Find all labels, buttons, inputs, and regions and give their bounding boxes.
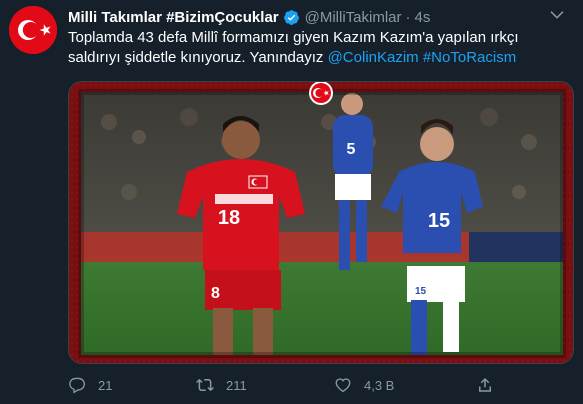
retweet-count: 211 [226, 377, 247, 393]
back-player-number: 5 [347, 141, 356, 158]
heart-icon [334, 376, 352, 394]
turkey-flag-emblem-icon [309, 82, 333, 105]
separator-dot: · [405, 8, 411, 26]
hashtag-link[interactable]: #NoToRacism [423, 49, 516, 66]
retweet-button[interactable]: 211 [196, 376, 247, 394]
like-count: 4,3 B [364, 377, 395, 393]
verified-badge-icon [283, 9, 300, 26]
tweet-actions: 21 211 4,3 B [68, 374, 518, 396]
display-name[interactable]: Milli Takımlar #BizimÇocuklar [68, 9, 279, 26]
reply-icon [68, 376, 86, 394]
reply-count: 21 [98, 377, 113, 393]
more-icon[interactable] [545, 5, 569, 25]
right-player-number: 15 [428, 210, 450, 232]
timestamp[interactable]: 4s [415, 9, 431, 26]
share-icon [476, 376, 494, 394]
turkey-flag-avatar-icon [9, 6, 57, 54]
football-photo: 5 15 15 18 8 [78, 89, 566, 358]
avatar[interactable] [9, 6, 57, 54]
right-player-shorts-number: 15 [415, 286, 427, 297]
mention-link[interactable]: @ColinKazim [328, 49, 419, 66]
tweet-image[interactable]: 5 15 15 18 8 [68, 81, 574, 364]
like-button[interactable]: 4,3 B [334, 376, 394, 394]
tweet-header: Milli Takımlar #BizimÇocuklar @MilliTaki… [68, 7, 430, 27]
tweet-card[interactable]: Milli Takımlar #BizimÇocuklar @MilliTaki… [0, 0, 583, 404]
share-button[interactable] [476, 376, 494, 394]
left-player-shorts-number: 8 [211, 285, 220, 302]
handle[interactable]: @MilliTakimlar [305, 9, 402, 26]
retweet-icon [196, 376, 214, 394]
left-player-number: 18 [218, 207, 240, 229]
tweet-text: Toplamda 43 defa Millî formamızı giyen K… [68, 28, 573, 68]
reply-button[interactable]: 21 [68, 376, 112, 394]
